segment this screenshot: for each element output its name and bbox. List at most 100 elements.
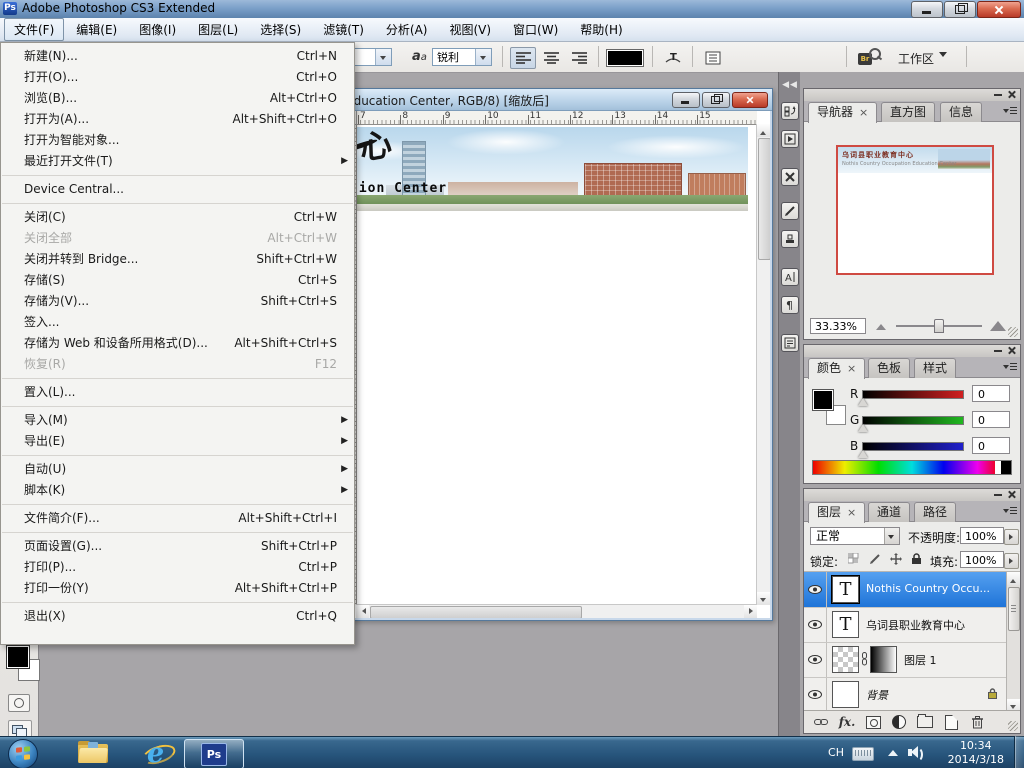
quick-mask-button[interactable]: [8, 694, 30, 712]
layer-comps-button[interactable]: [781, 334, 799, 352]
adjustment-layer-button[interactable]: [890, 714, 908, 730]
menubar-item[interactable]: 帮助(H): [570, 18, 632, 41]
zoom-out-icon[interactable]: [876, 324, 886, 330]
fill-spinner[interactable]: [1004, 553, 1019, 569]
layers-scrollbar[interactable]: [1006, 572, 1020, 712]
layer-row[interactable]: T 乌词县职业教育中心: [804, 607, 1007, 643]
tab-路径[interactable]: 路径: [914, 502, 957, 522]
taskbar-ie-button[interactable]: e: [140, 738, 178, 768]
layer-thumbnail[interactable]: T: [832, 611, 859, 638]
file-menu-item[interactable]: Device Central...: [1, 179, 354, 200]
opacity-spinner[interactable]: [1004, 529, 1019, 545]
minimize-icon[interactable]: [994, 91, 1002, 98]
navigator-thumbnail[interactable]: 乌词县职业教育中心 Nothis Country Occupation Educ…: [836, 145, 994, 275]
align-center-button[interactable]: [538, 47, 564, 69]
layer-style-button[interactable]: fx.: [838, 714, 856, 730]
panel-menu-icon[interactable]: [1003, 362, 1017, 373]
file-menu-item[interactable]: 页面设置(G)... Shift+Ctrl+P: [1, 536, 354, 557]
scroll-right-button[interactable]: [744, 605, 757, 618]
doc-restore-button[interactable]: [702, 92, 730, 108]
canvas[interactable]: 心 tion Center: [356, 124, 757, 605]
resize-grip[interactable]: [1008, 721, 1018, 731]
menubar-item[interactable]: 选择(S): [250, 18, 311, 41]
tab-图层[interactable]: 图层 ×: [808, 502, 866, 523]
add-mask-button[interactable]: [864, 714, 882, 730]
close-icon[interactable]: [1007, 490, 1016, 499]
character-button[interactable]: A: [781, 268, 799, 286]
layer-visibility-toggle[interactable]: [804, 642, 827, 677]
doc-close-button[interactable]: [732, 92, 768, 108]
show-desktop-button[interactable]: [1014, 736, 1024, 768]
tab-导航器[interactable]: 导航器 ×: [808, 102, 878, 123]
channel-slider[interactable]: [862, 442, 964, 451]
layer-thumbnail[interactable]: [832, 646, 859, 673]
document-title-bar[interactable]: Education Center, RGB/8) [缩放后]: [341, 89, 772, 111]
file-menu-item[interactable]: 打开(O)... Ctrl+O: [1, 67, 354, 88]
file-menu-item[interactable]: 存储为 Web 和设备所用格式(D)... Alt+Shift+Ctrl+S: [1, 333, 354, 354]
file-menu-item[interactable]: 签入...: [1, 312, 354, 333]
language-indicator[interactable]: CH: [828, 746, 844, 759]
file-menu-item[interactable]: 存储为(V)... Shift+Ctrl+S: [1, 291, 354, 312]
scroll-up-button[interactable]: [757, 124, 770, 137]
layer-visibility-toggle[interactable]: [804, 607, 827, 642]
channel-value-field[interactable]: 0: [972, 385, 1010, 402]
menubar-item[interactable]: 文件(F): [4, 18, 65, 41]
tab-样式[interactable]: 样式: [914, 358, 957, 378]
file-menu-item[interactable]: 自动(U) ▶: [1, 459, 354, 480]
file-menu-item[interactable]: 关闭(C) Ctrl+W: [1, 207, 354, 228]
menubar-item[interactable]: 图像(I): [129, 18, 186, 41]
file-menu-item[interactable]: 存储(S) Ctrl+S: [1, 270, 354, 291]
menubar-item[interactable]: 视图(V): [439, 18, 501, 41]
layer-row[interactable]: T Nothis Country Occu...: [804, 572, 1007, 608]
tab-直方图[interactable]: 直方图: [881, 102, 936, 122]
chevron-down-icon[interactable]: [375, 49, 391, 65]
channel-slider-thumb[interactable]: [858, 424, 868, 432]
file-menu-item[interactable]: 导入(M) ▶: [1, 410, 354, 431]
align-right-button[interactable]: [566, 47, 592, 69]
close-icon[interactable]: [1007, 90, 1016, 99]
start-button[interactable]: [8, 739, 38, 768]
history-button[interactable]: [781, 102, 799, 120]
go-to-bridge-button[interactable]: Br: [858, 48, 882, 66]
scroll-left-button[interactable]: [356, 605, 369, 618]
workspace-dropdown[interactable]: 工作区: [898, 50, 947, 67]
horizontal-scroll-thumb[interactable]: [370, 606, 582, 618]
zoom-in-icon[interactable]: [990, 321, 1006, 331]
channel-value-field[interactable]: 0: [972, 437, 1010, 454]
close-icon[interactable]: [1007, 346, 1016, 355]
text-color-swatch[interactable]: [606, 49, 644, 67]
channel-value-field[interactable]: 0: [972, 411, 1010, 428]
channel-slider-thumb[interactable]: [858, 450, 868, 458]
actions-button[interactable]: [781, 130, 799, 148]
paragraph-button[interactable]: ¶: [781, 296, 799, 314]
warp-text-button[interactable]: T: [660, 47, 686, 69]
chevron-down-icon[interactable]: [475, 49, 491, 65]
blend-mode-combo[interactable]: 正常: [810, 527, 900, 545]
layer-visibility-toggle[interactable]: [804, 572, 827, 607]
foreground-color-swatch[interactable]: [812, 389, 834, 411]
opacity-field[interactable]: 100%: [960, 527, 1004, 544]
file-menu-item[interactable]: 退出(X) Ctrl+Q: [1, 606, 354, 627]
color-spectrum-bar[interactable]: [812, 460, 1012, 475]
foreground-color-swatch[interactable]: [6, 645, 30, 669]
tab-通道[interactable]: 通道: [868, 502, 911, 522]
tab-信息[interactable]: 信息: [940, 102, 983, 122]
layer-thumbnail[interactable]: [832, 681, 859, 708]
menubar-item[interactable]: 图层(L): [188, 18, 248, 41]
channel-slider[interactable]: [862, 390, 964, 399]
horizontal-scrollbar[interactable]: [356, 604, 757, 618]
channel-slider-thumb[interactable]: [858, 398, 868, 406]
taskbar-explorer-button[interactable]: [78, 741, 110, 765]
lock-all-button[interactable]: [909, 551, 924, 566]
fill-field[interactable]: 100%: [960, 551, 1004, 568]
taskbar-photoshop-button[interactable]: Ps: [184, 739, 244, 768]
file-menu-item[interactable]: 最近打开文件(T) ▶: [1, 151, 354, 172]
zoom-slider-thumb[interactable]: [934, 319, 944, 333]
navigator-zoom-slider[interactable]: [896, 319, 982, 333]
file-menu-item[interactable]: 文件简介(F)... Alt+Shift+Ctrl+I: [1, 508, 354, 529]
speaker-icon[interactable]: [908, 746, 924, 762]
keyboard-icon[interactable]: [852, 747, 874, 761]
new-group-button[interactable]: [916, 714, 934, 730]
file-menu-item[interactable]: 脚本(K) ▶: [1, 480, 354, 501]
panel-menu-icon[interactable]: [1003, 506, 1017, 517]
